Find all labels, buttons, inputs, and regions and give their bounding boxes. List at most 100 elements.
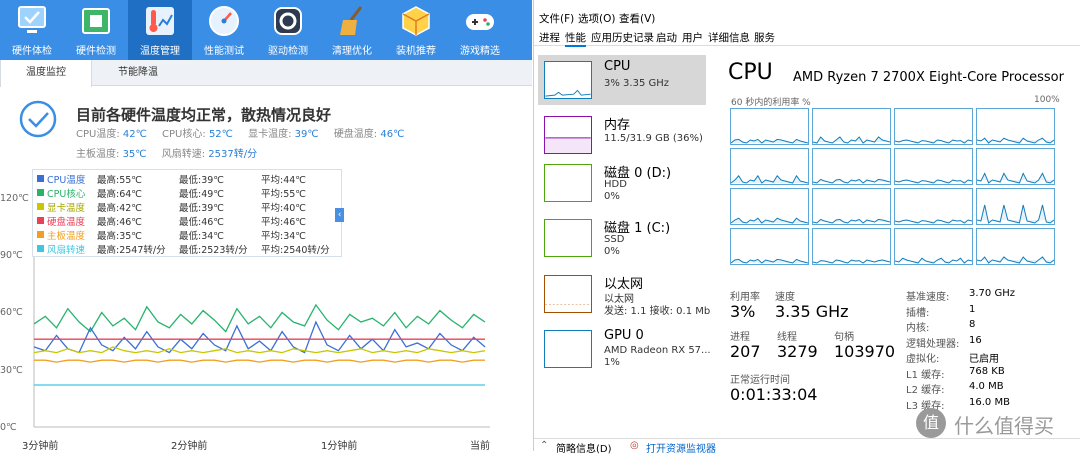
core-graph (976, 228, 1055, 265)
tab-details[interactable]: 详细信息 (708, 30, 750, 45)
tool-label: 驱动检测 (268, 46, 308, 57)
series-line (33, 346, 486, 354)
handles-value: 103970 (834, 342, 896, 361)
tool-label: 清理优化 (332, 46, 372, 57)
legend-avg: 平均:34℃ (261, 231, 306, 242)
x-tick-label: 2分钟前 (171, 441, 208, 451)
graph-caption: 60 秒内的利用率 % (731, 98, 811, 108)
sidebar-item-detail: 3% 3.35 GHz (604, 78, 670, 89)
tab-processes[interactable]: 进程 (539, 30, 560, 45)
tab-services[interactable]: 服务 (754, 30, 775, 45)
tab-performance[interactable]: 性能 (565, 30, 586, 47)
tool-hardware-detect[interactable]: 硬件检测 (64, 0, 128, 60)
sidebar-item-cpu[interactable]: CPU 3% 3.35 GHz (538, 55, 706, 105)
package-icon (402, 6, 430, 36)
legend-row: 主板温度 最高:35℃ 最低:34℃ 平均:34℃ (33, 228, 343, 242)
sidebar-item-usage: 0% (604, 246, 620, 257)
sidebar-item-gpu[interactable]: GPU 0 AMD Radeon RX 57... 1% (538, 324, 711, 374)
tab-energy-saving[interactable]: 节能降温 (92, 60, 184, 86)
status-ok-icon (19, 100, 57, 138)
tool-performance[interactable]: 性能测试 (192, 0, 256, 60)
tool-build-recommend[interactable]: 装机推荐 (384, 0, 448, 60)
legend-row: CPU核心 最高:64℃ 最低:49℃ 平均:55℃ (33, 186, 343, 200)
legend-collapse-button[interactable]: ‹ (335, 208, 344, 222)
detail-label: 基准速度: (906, 292, 950, 303)
resource-monitor-icon: ◎ (630, 440, 639, 451)
core-graph (812, 148, 891, 185)
detail-value: 1 (969, 304, 976, 315)
legend-row: CPU温度 最高:55℃ 最低:39℃ 平均:44℃ (33, 172, 343, 186)
sidebar-item-model: AMD Radeon RX 57... (604, 345, 711, 356)
legend-name: 硬盘温度 (47, 217, 86, 228)
legend-max: 最高:64℃ (97, 189, 142, 200)
legend-avg: 平均:55℃ (261, 189, 306, 200)
tool-hardware-checkup[interactable]: 硬件体检 (0, 0, 64, 60)
fewer-details-link[interactable]: 简略信息(D) (556, 440, 612, 455)
legend-row: 显卡温度 最高:42℃ 最低:39℃ 平均:40℃ (33, 200, 343, 214)
cpu-temp-value: 42℃ (122, 129, 147, 140)
detail-value: 768 KB (969, 366, 1005, 377)
gpu-thumbnail-graph (544, 330, 592, 368)
sidebar-item-label: CPU (604, 59, 631, 74)
sidebar-item-disk-0[interactable]: 磁盘 0 (D:) HDD 0% (538, 158, 706, 208)
fan-speed-value: 2537转/分 (208, 149, 258, 160)
cpu-core-value: 52℃ (208, 129, 233, 140)
core-graph (812, 188, 891, 225)
sub-tabs: 温度监控 节能降温 (0, 60, 532, 87)
detail-label: L2 缓存: (906, 385, 945, 396)
threads-value: 3279 (777, 342, 818, 361)
detail-value: 已启用 (969, 354, 999, 365)
temp-summary-row-1: CPU温度: 42℃ CPU核心: 52℃ 显卡温度: 39℃ 硬盘温度: 46… (76, 125, 416, 140)
y-tick-label: 120℃ (0, 193, 29, 204)
ethernet-thumbnail-graph (544, 275, 592, 313)
sidebar-item-label: 内存 (604, 118, 631, 133)
menu-options[interactable]: 选项(O) (578, 11, 615, 26)
broom-icon (340, 6, 363, 35)
tool-driver-check[interactable]: 驱动检测 (256, 0, 320, 60)
fan-speed-label: 风扇转速: (161, 149, 206, 160)
page-title: CPU (728, 60, 773, 85)
tab-startup[interactable]: 启动 (656, 30, 677, 45)
y-tick-label: 30℃ (0, 365, 23, 376)
core-graph (730, 188, 809, 225)
tool-label: 温度管理 (140, 46, 180, 57)
main-toolbar: 硬件体检 硬件检测 温度管理 性能测试 驱动检测 清理优化 装机推荐 游戏精选 (0, 0, 532, 60)
x-tick-label: 3分钟前 (22, 441, 59, 451)
detail-label: 虚拟化: (906, 354, 940, 365)
series-line (33, 320, 486, 354)
open-resource-monitor-link[interactable]: 打开资源监视器 (646, 440, 716, 455)
core-graph (894, 108, 973, 145)
sidebar-item-disk-1[interactable]: 磁盘 1 (C:) SSD 0% (538, 213, 706, 263)
hardware-monitor-app: 硬件体检 硬件检测 温度管理 性能测试 驱动检测 清理优化 装机推荐 游戏精选 (0, 0, 532, 451)
tool-temperature[interactable]: 温度管理 (128, 0, 192, 60)
collapse-chevron-icon[interactable]: ⌃ (540, 440, 548, 451)
detail-value: 16.0 MB (969, 397, 1010, 408)
sidebar-item-throughput: 发送: 1.1 接收: 0.1 Mb (604, 306, 711, 317)
menu-view[interactable]: 查看(V) (619, 11, 655, 26)
y-tick-label: 0℃ (0, 422, 17, 433)
sidebar-item-detail: 11.5/31.9 GB (36%) (604, 133, 703, 144)
temp-summary-row-2: 主板温度: 35℃ 风扇转速: 2537转/分 (76, 145, 269, 160)
tool-clean[interactable]: 清理优化 (320, 0, 384, 60)
detail-value: 4.0 MB (969, 381, 1004, 392)
processes-value: 207 (730, 342, 761, 361)
menu-file[interactable]: 文件(F) (539, 11, 574, 26)
processor-name: AMD Ryzen 7 2700X Eight-Core Processor (793, 70, 1064, 85)
tab-temperature-monitor[interactable]: 温度监控 (0, 60, 92, 87)
legend-min: 最低:46℃ (179, 217, 224, 228)
core-graph (976, 188, 1055, 225)
sidebar-item-memory[interactable]: 内存 11.5/31.9 GB (36%) (538, 110, 706, 160)
sidebar-item-ethernet[interactable]: 以太网 以太网 发送: 1.1 接收: 0.1 Mb (538, 269, 710, 319)
tool-games[interactable]: 游戏精选 (448, 0, 512, 60)
tool-label: 硬件检测 (76, 46, 116, 57)
tab-users[interactable]: 用户 (682, 30, 703, 45)
tab-app-history[interactable]: 应用历史记录 (591, 30, 654, 45)
watermark-logo: 值 (916, 408, 946, 438)
tab-bar: 进程 性能 应用历史记录 启动 用户 详细信息 服务 (534, 27, 1080, 47)
detail-value: 8 (969, 319, 976, 330)
handles-label: 句柄 (834, 332, 854, 343)
legend-avg: 平均:40℃ (261, 203, 306, 214)
y-tick-label: 90℃ (0, 250, 23, 261)
gpu-temp-label: 显卡温度: (248, 129, 292, 140)
legend-swatch (37, 245, 44, 252)
